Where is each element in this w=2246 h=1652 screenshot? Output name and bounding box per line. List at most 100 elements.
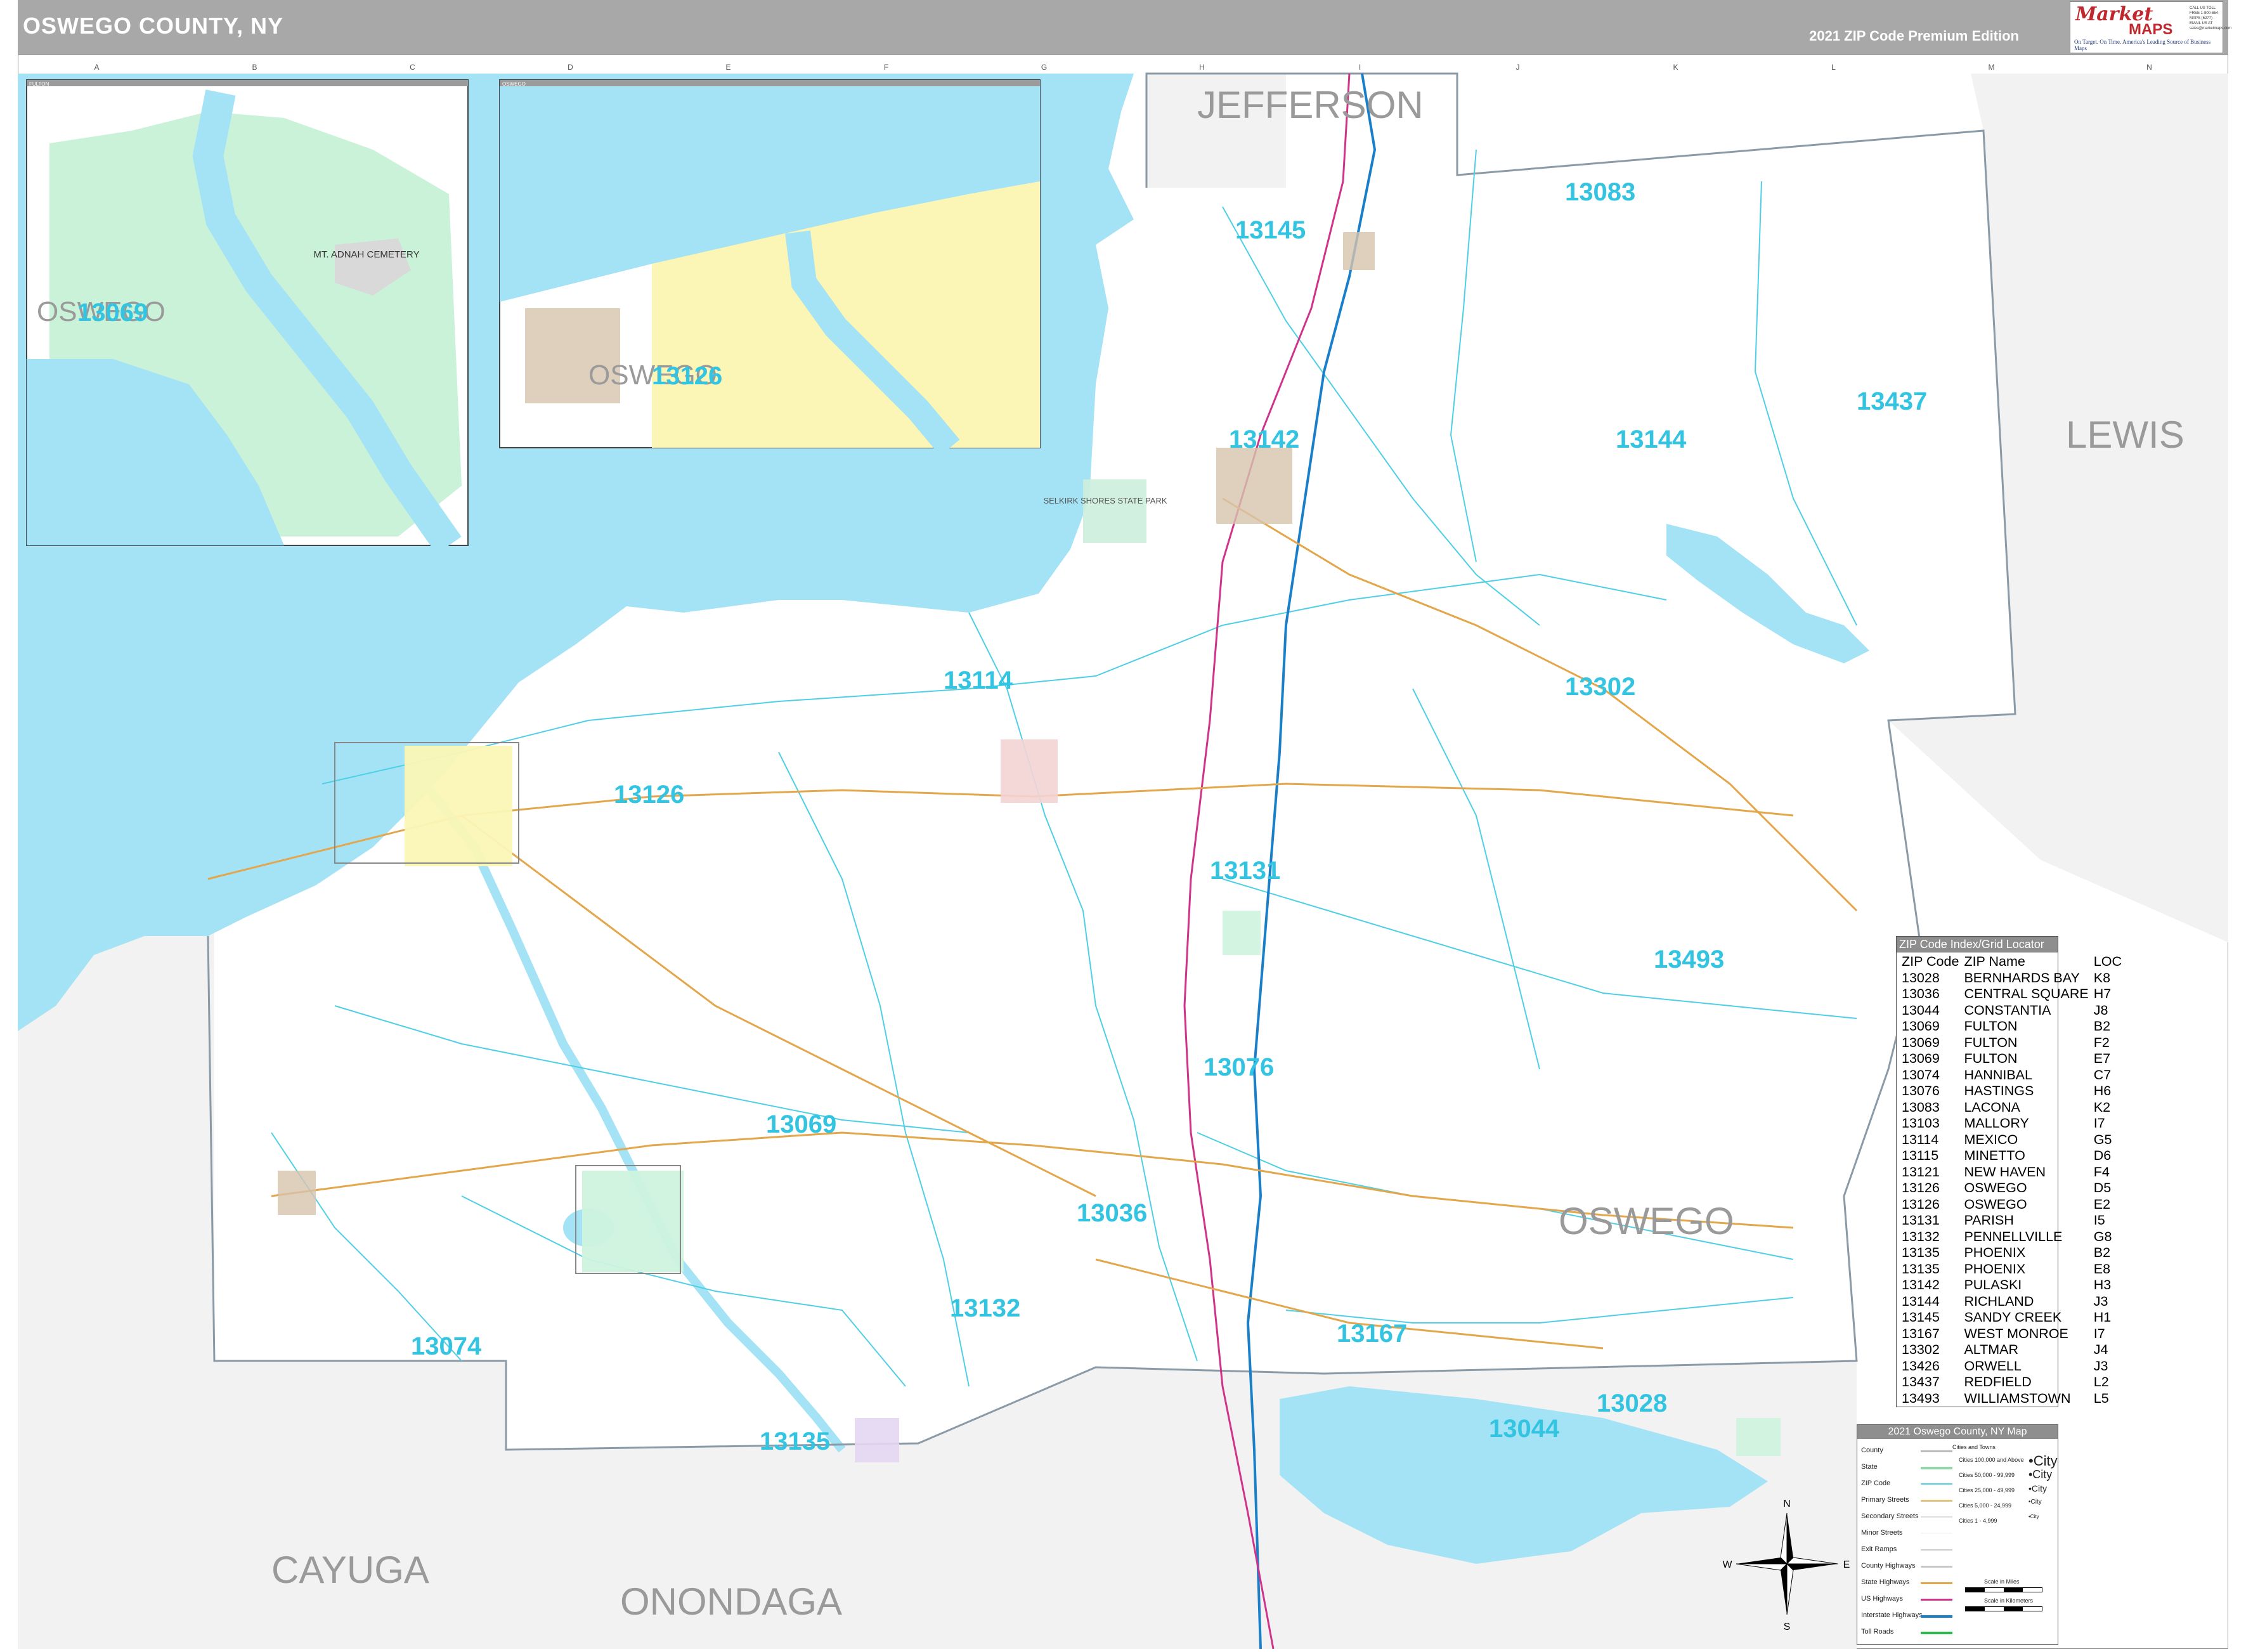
selkirk-shores-label: SELKIRK SHORES STATE PARK <box>1043 496 1167 505</box>
zip-index-cell: 13493 <box>1902 1390 1940 1406</box>
oswego-city-area <box>405 746 512 866</box>
header-bar: OSWEGO COUNTY, NY 2021 ZIP Code Premium … <box>18 0 2228 55</box>
legend-item-swatch <box>1921 1516 1952 1518</box>
grid-col-K: K <box>1673 63 1678 72</box>
hannibal-village-area <box>278 1171 316 1215</box>
fulton-city-area <box>582 1171 684 1272</box>
zip-index-cell: MEXICO <box>1964 1131 2018 1147</box>
zip-index-cell: I7 <box>2093 1325 2105 1341</box>
zip-index-cell: OSWEGO <box>1964 1180 2027 1195</box>
compass-n: N <box>1783 1499 1791 1509</box>
zip-index-row: 13135 PHOENIX E8 <box>1902 1261 2127 1278</box>
zip-index-cell: D6 <box>2093 1148 2112 1163</box>
grid-col-A: A <box>94 63 99 72</box>
zip-index-header-0: ZIP Code <box>1902 954 1959 969</box>
map-area: ABCDEFGHIJKLMN 123456789 <box>17 54 2229 1649</box>
zip-index-cell: LACONA <box>1964 1099 2020 1115</box>
legend-item-label: Interstate Highways <box>1861 1611 1923 1619</box>
zip-index-cell: ORWELL <box>1964 1358 2022 1374</box>
legend-item-swatch <box>1921 1500 1952 1502</box>
grid-col-M: M <box>1989 63 1995 72</box>
zip-index-cell: CONSTANTIA <box>1964 1002 2051 1018</box>
zip-index-cell: D5 <box>2093 1180 2112 1195</box>
map-legend: 2021 Oswego County, NY Map County State ZI… <box>1857 1424 2058 1645</box>
zip-index-row: 13044 CONSTANTIA J8 <box>1902 1003 2127 1019</box>
legend-item-swatch <box>1921 1599 1952 1601</box>
legend-item-swatch <box>1921 1632 1952 1634</box>
zip-index-cell: E8 <box>2093 1261 2111 1277</box>
zip-index-row: 13126 OSWEGO E2 <box>1902 1197 2127 1213</box>
zip-label-13028: 13028 <box>1597 1389 1667 1417</box>
grid-col-G: G <box>1041 63 1047 72</box>
legend-item-label: State <box>1861 1463 1878 1471</box>
grid-col-B: B <box>252 63 257 72</box>
fulton-inset-zip-label: 13069 <box>77 299 148 327</box>
zip-index-cell: E7 <box>2093 1051 2111 1066</box>
zip-index-cell: OSWEGO <box>1964 1196 2027 1212</box>
selkirk-shores-park-area <box>1083 479 1146 543</box>
zip-index-cell: NEW HAVEN <box>1964 1164 2046 1180</box>
zip-index-cell: HASTINGS <box>1964 1083 2034 1098</box>
zip-index-row: 13069 FULTON B2 <box>1902 1018 2127 1035</box>
zip-index-cell: ALTMAR <box>1964 1342 2019 1357</box>
zip-index-row: 13121 NEW HAVEN F4 <box>1902 1164 2127 1181</box>
sandy-creek-village-area <box>1343 232 1375 270</box>
zip-index-cell: 13144 <box>1902 1293 1940 1309</box>
zip-index-cell: PHOENIX <box>1964 1261 2026 1277</box>
bernhards-bay-area <box>1736 1418 1781 1456</box>
zip-index-cell: B2 <box>2093 1245 2111 1260</box>
zip-index-cell: K8 <box>2093 970 2111 985</box>
legend-scale-bar-miles <box>1965 1587 2042 1592</box>
zip-index-cell: 13044 <box>1902 1002 1940 1018</box>
compass-s: S <box>1784 1622 1791 1632</box>
zip-index-cell: I5 <box>2093 1213 2105 1228</box>
logo-brand-b: MAPS <box>2129 21 2173 38</box>
legend-scale-km: Scale in Kilometers <box>1984 1597 2034 1604</box>
zip-index-row: 13167 WEST MONROE I7 <box>1902 1326 2127 1343</box>
zip-index-cell: F4 <box>2093 1164 2110 1180</box>
zip-index-cell: FULTON <box>1964 1034 2018 1050</box>
legend-item-swatch <box>1921 1582 1952 1584</box>
market-maps-logo: Market MAPS On Target. On Time. America'… <box>2070 1 2231 53</box>
legend-city-sample: •City <box>2029 1483 2048 1493</box>
legend-item-swatch <box>1921 1483 1952 1485</box>
zip-index-cell: 13121 <box>1902 1164 1940 1180</box>
map-title: OSWEGO COUNTY, NY <box>23 13 284 39</box>
zip-index-cell: G8 <box>2093 1228 2112 1244</box>
zip-index-cell: BERNHARDS BAY <box>1964 970 2080 985</box>
zip-index-header-1: ZIP Name <box>1964 954 2025 969</box>
grid-col-J: J <box>1516 63 1520 72</box>
zip-index-row: 13069 FULTON F2 <box>1902 1035 2127 1051</box>
grid-col-F: F <box>884 63 888 72</box>
compass-w: W <box>1722 1559 1732 1570</box>
zip-index-cell: 13069 <box>1902 1018 1940 1034</box>
zip-index-row: 13076 HASTINGS H6 <box>1902 1083 2127 1100</box>
legend-city-range: Cities 5,000 - 24,999 <box>1959 1502 2012 1509</box>
zip-index-cell: 13114 <box>1902 1131 1939 1147</box>
zip-index-cell: 13069 <box>1902 1051 1940 1066</box>
zip-index-cell: J3 <box>2093 1293 2108 1309</box>
legend-city-sample: •City <box>2029 1514 2039 1519</box>
zip-index-cell: 13028 <box>1902 970 1940 985</box>
zip-index-cell: H7 <box>2093 986 2112 1001</box>
legend-item-swatch <box>1921 1549 1952 1551</box>
legend-item-label: US Highways <box>1861 1595 1904 1603</box>
lewis-county-label: LEWIS <box>2066 413 2184 456</box>
legend-item-label: Primary Streets <box>1861 1496 1909 1504</box>
legend-city-range: Cities 25,000 - 49,999 <box>1959 1487 2015 1493</box>
zip-label-13131: 13131 <box>1210 857 1280 885</box>
zip-index-cell: HANNIBAL <box>1964 1067 2032 1083</box>
zip-index-cell: J4 <box>2093 1342 2108 1357</box>
zip-index-cell: PARISH <box>1964 1213 2014 1228</box>
zip-index-row: 13426 ORWELL J3 <box>1902 1358 2127 1375</box>
zip-label-13069: 13069 <box>766 1110 836 1138</box>
pulaski-village-area <box>1216 448 1292 524</box>
zip-index-cell: 13103 <box>1902 1115 1940 1131</box>
zip-index-cell: FULTON <box>1964 1018 2018 1034</box>
legend-city-range: Cities 100,000 and Above <box>1959 1457 2024 1463</box>
legend-item-label: County <box>1861 1447 1883 1454</box>
zip-index-cell: 13126 <box>1902 1196 1940 1212</box>
zip-label-13144: 13144 <box>1616 426 1687 453</box>
zip-index-cell: CENTRAL SQUARE <box>1964 986 2089 1001</box>
zip-index-cell: 13069 <box>1902 1034 1940 1050</box>
